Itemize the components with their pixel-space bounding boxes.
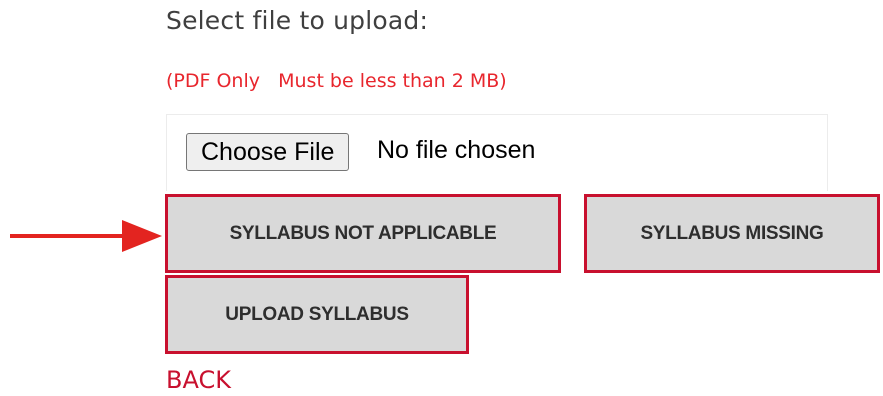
upload-page: Select file to upload: (PDF Only Must be… (0, 0, 883, 396)
upload-syllabus-button[interactable]: UPLOAD SYLLABUS (165, 275, 469, 354)
back-link[interactable]: BACK (166, 366, 231, 394)
syllabus-missing-button[interactable]: SYLLABUS MISSING (584, 194, 880, 273)
syllabus-not-applicable-button[interactable]: SYLLABUS NOT APPLICABLE (165, 194, 561, 273)
choose-file-button[interactable]: Choose File (186, 133, 350, 171)
red-arrow-annotation-icon (10, 220, 162, 252)
file-requirements-note: (PDF Only Must be less than 2 MB) (166, 70, 507, 92)
upload-heading: Select file to upload: (166, 6, 429, 35)
file-status-text: No file chosen (377, 136, 536, 164)
